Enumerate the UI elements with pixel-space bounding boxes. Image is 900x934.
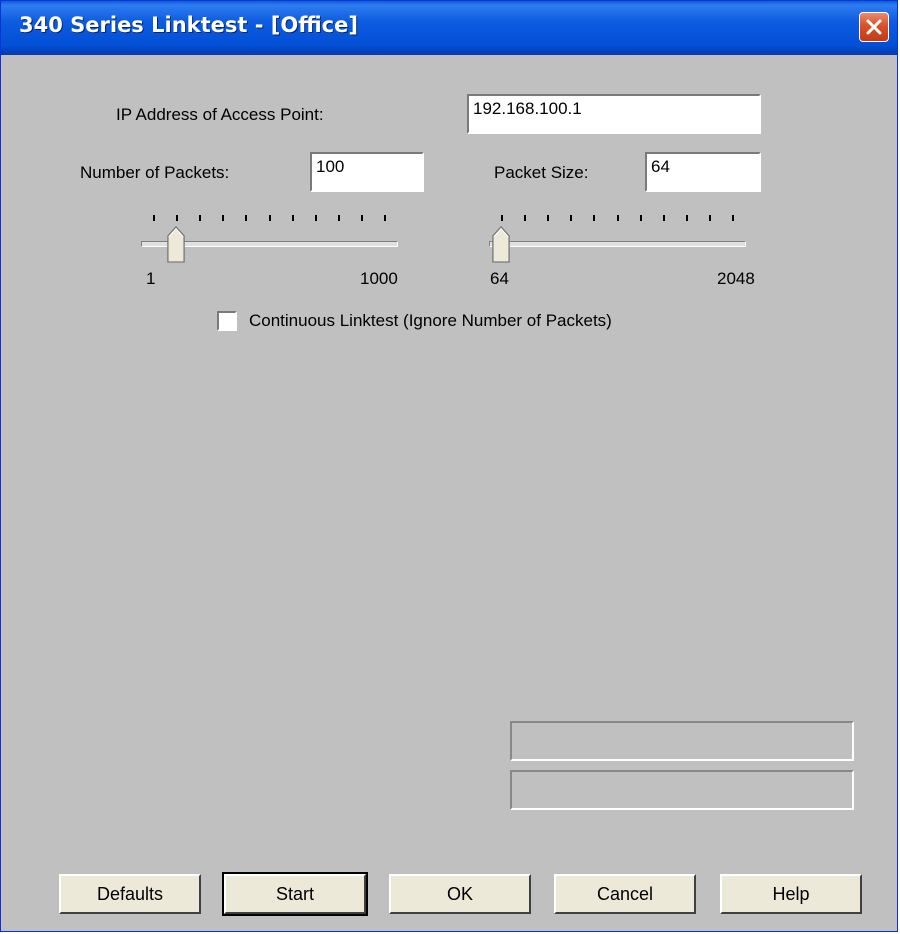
- title-bar[interactable]: 340 Series Linktest - [Office]: [1, 1, 897, 55]
- packets-slider-min-label: 1: [146, 269, 156, 288]
- size-slider-max-label: 2048: [717, 269, 755, 288]
- size-slider-min-label: 64: [490, 269, 509, 288]
- continuous-linktest-label: Continuous Linktest (Ignore Number of Pa…: [249, 311, 612, 330]
- packets-slider-tick: [153, 215, 155, 221]
- packets-slider-tick: [269, 215, 271, 221]
- packets-slider-tick: [361, 215, 363, 221]
- number-of-packets-input[interactable]: 100: [310, 152, 424, 192]
- window-title: 340 Series Linktest - [Office]: [19, 13, 358, 37]
- ok-button[interactable]: OK: [389, 874, 531, 914]
- packets-slider-thumb[interactable]: [167, 224, 185, 264]
- packets-slider-tick: [338, 215, 340, 221]
- help-button[interactable]: Help: [720, 874, 862, 914]
- size-slider-tick: [686, 215, 688, 221]
- linktest-dialog: 340 Series Linktest - [Office] IP Addres…: [0, 0, 898, 932]
- cancel-button[interactable]: Cancel: [554, 874, 696, 914]
- size-slider-tick: [709, 215, 711, 221]
- size-slider-thumb[interactable]: [492, 224, 510, 264]
- size-slider-tick: [547, 215, 549, 221]
- packets-slider-max-label: 1000: [360, 269, 398, 288]
- size-slider-tick: [640, 215, 642, 221]
- size-slider-tick: [732, 215, 734, 221]
- ip-address-input[interactable]: 192.168.100.1: [467, 94, 761, 134]
- packets-slider-tick: [222, 215, 224, 221]
- packet-size-label: Packet Size:: [494, 163, 589, 182]
- size-slider-track: [489, 241, 746, 247]
- size-slider-tick: [617, 215, 619, 221]
- status-box-1: [510, 721, 854, 761]
- size-slider-tick: [524, 215, 526, 221]
- packets-slider-tick: [199, 215, 201, 221]
- start-button[interactable]: Start: [222, 872, 368, 916]
- size-slider-tick: [663, 215, 665, 221]
- packets-slider-tick: [245, 215, 247, 221]
- defaults-button[interactable]: Defaults: [59, 874, 201, 914]
- ip-address-label: IP Address of Access Point:: [116, 105, 324, 124]
- packet-size-input[interactable]: 64: [645, 152, 761, 192]
- number-of-packets-label: Number of Packets:: [80, 163, 230, 182]
- status-box-2: [510, 770, 854, 810]
- packets-slider-tick: [292, 215, 294, 221]
- packets-slider-tick: [176, 215, 178, 221]
- close-button[interactable]: [859, 12, 889, 42]
- size-slider-tick: [593, 215, 595, 221]
- size-slider-tick: [570, 215, 572, 221]
- packets-slider-tick: [384, 215, 386, 221]
- continuous-linktest-checkbox[interactable]: [217, 311, 237, 331]
- number-of-packets-slider[interactable]: [141, 211, 401, 264]
- size-slider-tick: [501, 215, 503, 221]
- packet-size-slider[interactable]: [489, 211, 749, 264]
- packets-slider-tick: [315, 215, 317, 221]
- close-icon: [866, 19, 882, 35]
